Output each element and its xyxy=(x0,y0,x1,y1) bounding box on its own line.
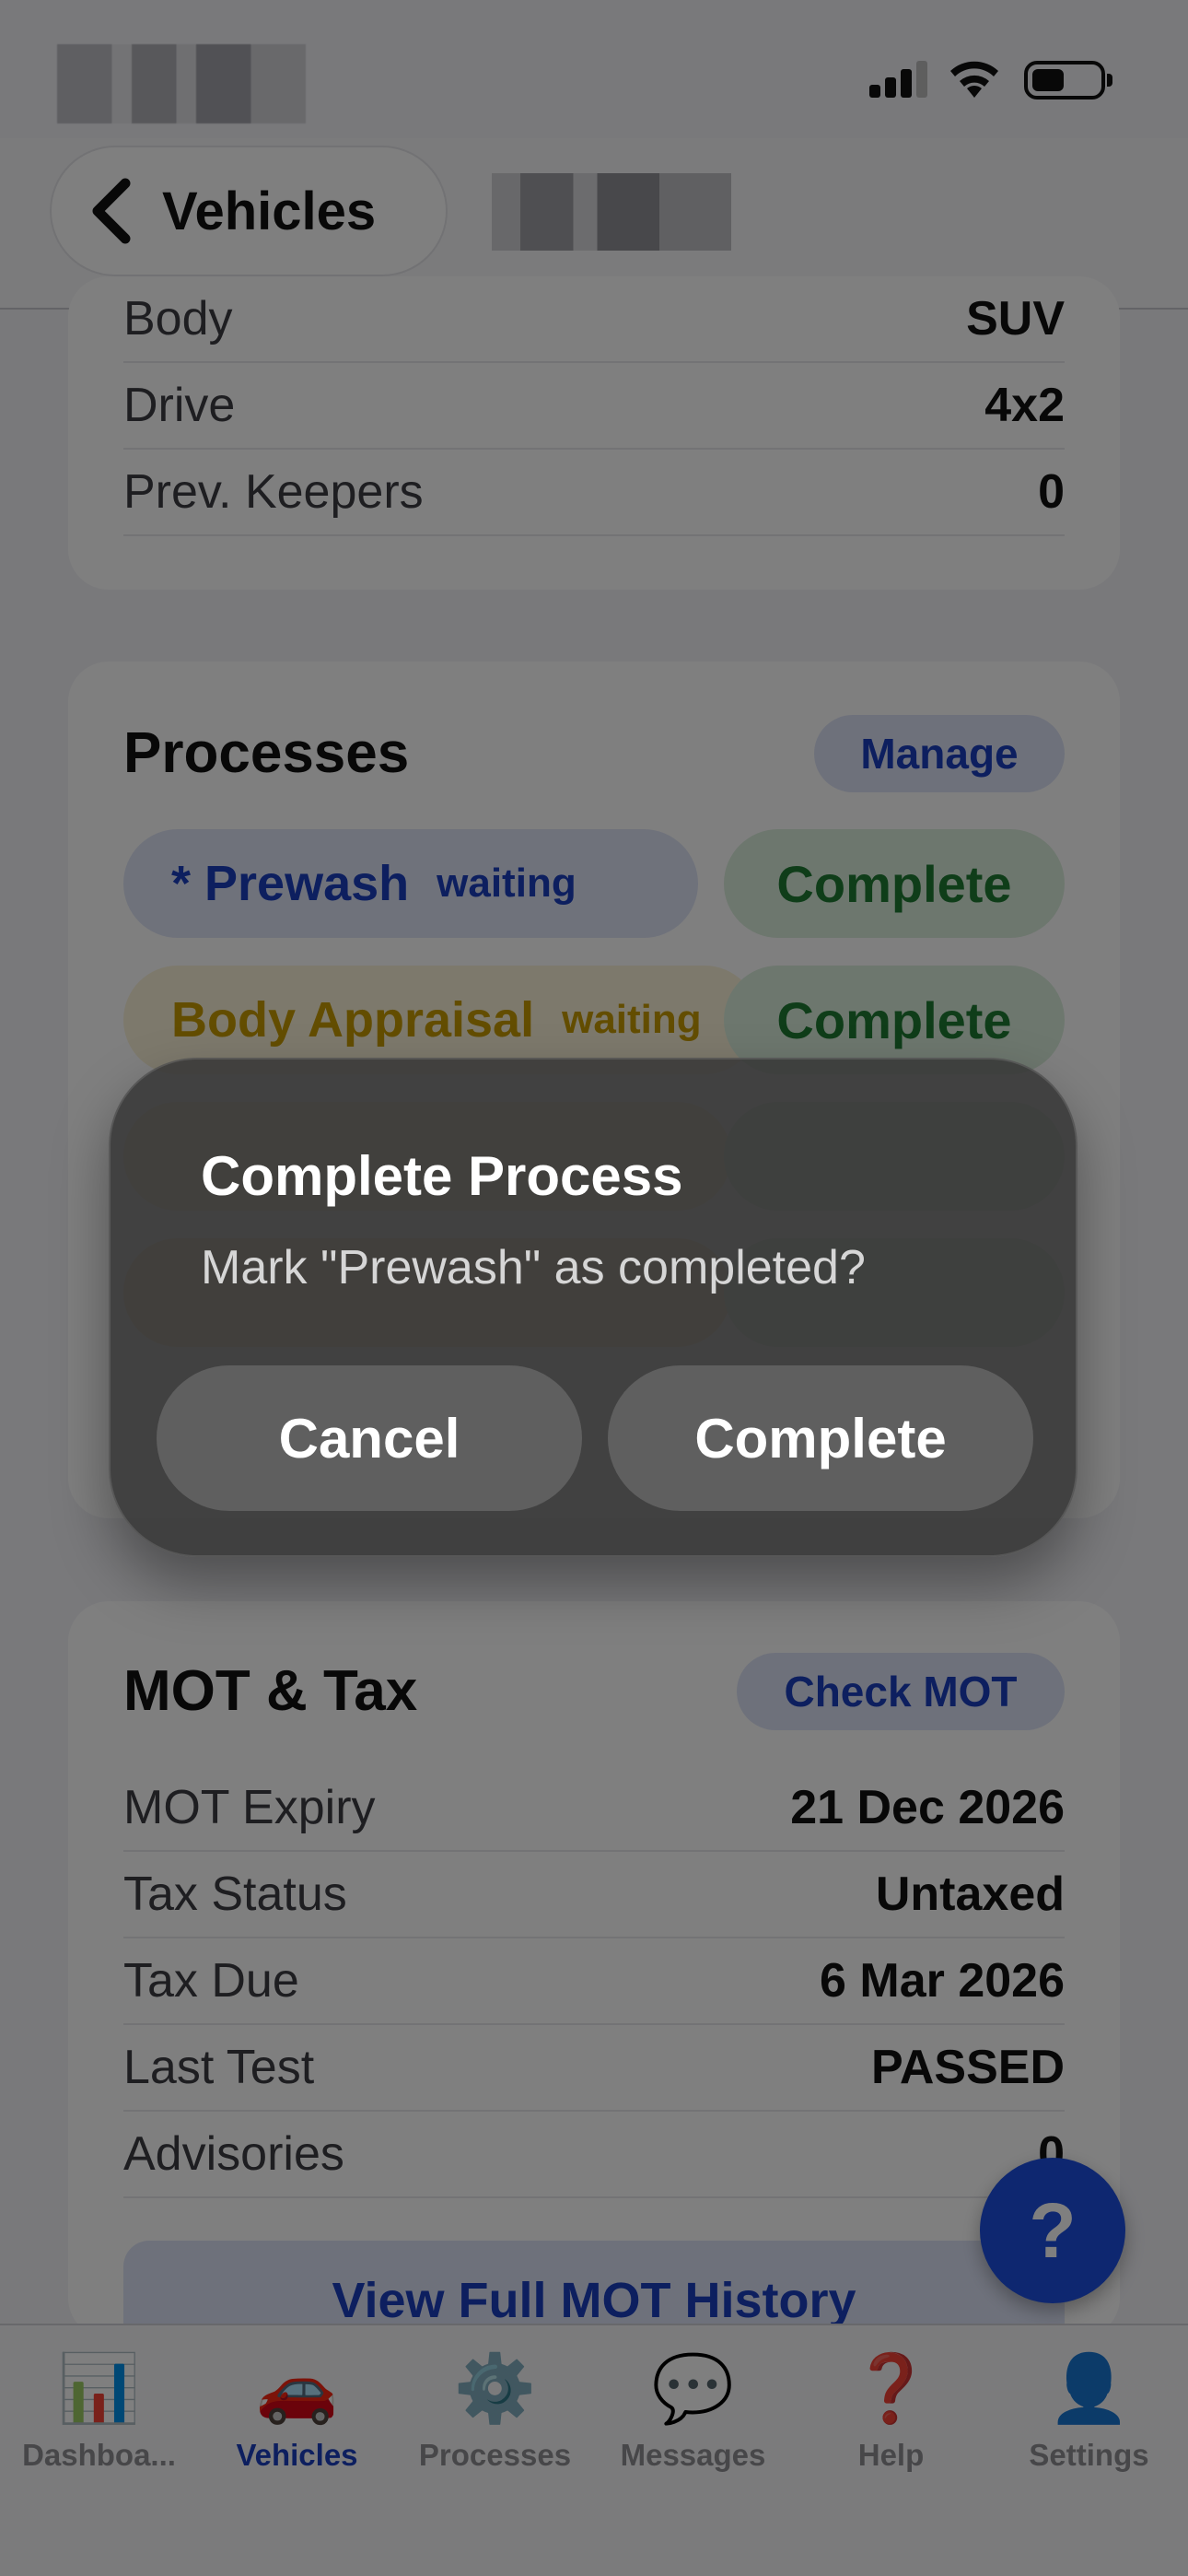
alert-title: Complete Process xyxy=(201,1145,683,1207)
alert-complete-button[interactable]: Complete xyxy=(608,1365,1033,1511)
alert-message: Mark "Prewash" as completed? xyxy=(201,1241,866,1294)
alert-cancel-button[interactable]: Cancel xyxy=(157,1365,582,1511)
complete-process-alert: Complete Process Mark "Prewash" as compl… xyxy=(109,1058,1077,1557)
